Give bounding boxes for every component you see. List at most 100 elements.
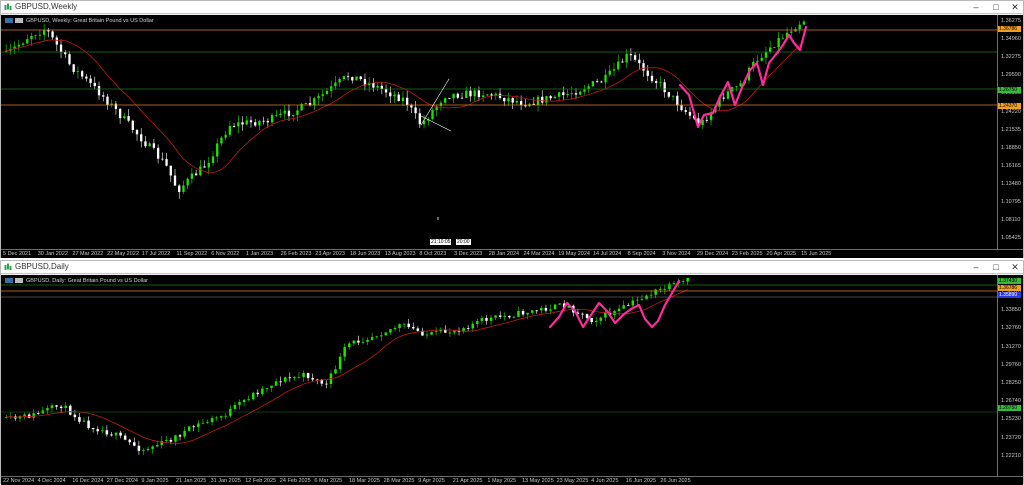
daily-time-label: 18 Mar 2025 [349,478,380,484]
weekly-candle [34,35,37,37]
weekly-candle [397,94,400,102]
weekly-time-label: 29 Dec 2024 [697,251,729,257]
weekly-price-label: 1.36275 [1001,18,1021,24]
weekly-candle [80,71,84,77]
daily-close-button[interactable]: ✕ [1006,261,1024,273]
daily-candle [206,422,209,423]
weekly-candle [621,61,624,63]
weekly-candle [557,92,561,97]
weekly-minimize-button[interactable]: – [967,1,985,13]
daily-candle [636,299,639,301]
weekly-chart-area[interactable]: GBPUSD, Weekly: Great Britain Pound vs U… [1,15,997,249]
daily-candle [480,318,484,321]
weekly-candle [574,93,578,95]
daily-candle [663,289,667,290]
weekly-candle [739,83,742,87]
daily-candle [256,392,260,395]
daily-candle [686,278,689,282]
weekly-time-label: 27 Mar 2022 [72,251,104,257]
daily-time-label: 23 May 2025 [556,478,589,484]
weekly-close-button[interactable]: ✕ [1006,1,1024,13]
weekly-candle [283,110,286,114]
daily-price-label: 1.28250 [1001,380,1021,386]
weekly-candle [735,86,738,88]
weekly-candle [790,31,793,33]
daily-candle [219,416,223,418]
weekly-candle [334,82,337,87]
daily-candle [402,323,406,325]
daily-candle [530,310,534,313]
daily-minimize-button[interactable]: – [967,261,985,273]
weekly-candle [465,90,468,98]
chart-window-icon [4,3,12,10]
daily-candle [297,376,301,378]
daily-candle [69,405,72,415]
weekly-candle [355,76,358,81]
weekly-price-scale[interactable]: 1.36275 1.34960 1.32275 1.29590 1.26905 1.242… [997,15,1023,249]
weekly-candle [131,120,134,131]
daily-chart-area[interactable]: GBPUSD, Daily: Great Britain Pound vs US… [1,275,997,476]
weekly-candle [705,119,709,121]
daily-candle [274,381,278,386]
weekly-candle [583,89,586,92]
weekly-candle [148,143,151,147]
daily-maximize-button[interactable]: □ [987,261,1005,273]
daily-candle [585,314,589,319]
weekly-candle [351,77,354,81]
daily-title-bar[interactable]: GBPUSD,Daily – □ ✕ [1,261,1023,274]
gb-flag-icon [5,18,13,24]
daily-candle [434,331,438,333]
weekly-candle [553,96,557,99]
daily-legend-text: GBPUSD, Daily: Great Britain Pound vs US… [26,278,148,284]
daily-candle [357,340,360,343]
weekly-candle [102,95,105,97]
weekly-candle [406,97,409,106]
daily-candle [155,445,159,447]
daily-candle [123,435,127,440]
weekly-candle [760,57,763,61]
weekly-price-tag: 1.24370 [998,103,1021,109]
daily-candle [494,315,497,318]
daily-candle [380,335,383,337]
weekly-candle [536,96,540,105]
daily-candle [453,330,456,333]
weekly-title-bar[interactable]: GBPUSD,Weekly – □ ✕ [1,1,1023,14]
daily-candle [512,316,516,318]
weekly-candle [439,102,443,107]
daily-candle [370,336,374,340]
daily-candle [78,417,81,422]
weekly-time-label: 13 Aug 2023 [384,251,416,257]
daily-chart-window: GBPUSD,Daily – □ ✕ GBPUSD, Daily: Great … [0,260,1024,485]
weekly-candle [680,105,683,111]
weekly-candle [549,96,552,99]
weekly-time-label: 26 Feb 2023 [280,251,312,257]
daily-price-tag: 1.35890 [998,292,1021,298]
weekly-candle [89,78,92,83]
weekly-candle [165,159,168,166]
daily-time-label: 16 Jun 2025 [625,478,657,484]
weekly-candle [182,185,185,192]
weekly-time-scale[interactable]: 5 Dec 2021 30 Jan 2022 27 Mar 2022 22 May 2… [1,249,1023,258]
daily-candle [247,399,250,400]
weekly-candle [570,93,573,95]
weekly-candle [203,166,206,168]
weekly-time-label: 15 Jun 2025 [801,251,832,257]
weekly-candle [317,95,320,99]
daily-price-label: 1.22210 [1001,452,1021,459]
daily-candle [343,347,346,357]
daily-candle [672,282,676,284]
daily-candle [471,323,474,329]
weekly-candle [38,34,42,36]
weekly-time-label: 14 Jul 2024 [592,251,622,257]
weekly-candle [650,75,654,82]
weekly-candle [216,143,219,157]
weekly-candle [507,98,510,102]
weekly-candle [473,90,476,97]
daily-candle [251,392,255,400]
weekly-maximize-button[interactable]: □ [987,1,1005,13]
daily-price-scale[interactable]: 1.363701.338501.327601.312701.297601.282… [997,275,1023,476]
weekly-candle [659,82,662,84]
daily-candle [119,432,122,436]
weekly-candle [292,114,295,117]
daily-candle [133,442,136,446]
